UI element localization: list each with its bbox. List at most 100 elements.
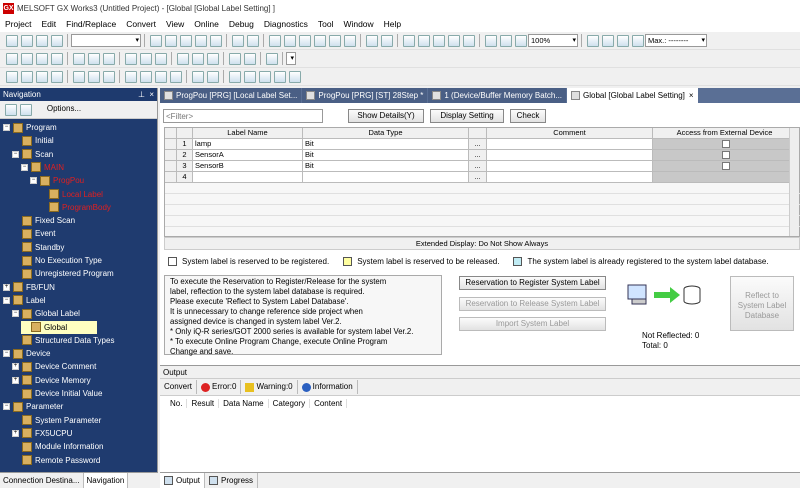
tree-item-no-execution-type[interactable]: No Execution Type bbox=[12, 254, 102, 267]
toolbar-stop-icon[interactable] bbox=[328, 34, 341, 47]
toolbar-replace-icon[interactable] bbox=[246, 34, 259, 47]
toolbar-del-icon[interactable] bbox=[206, 52, 219, 65]
col-category[interactable]: Category bbox=[269, 398, 311, 408]
expand-icon[interactable]: + bbox=[3, 283, 10, 291]
tree-item-event[interactable]: Event bbox=[12, 227, 55, 240]
menu-help[interactable]: Help bbox=[379, 19, 406, 29]
pin-icon[interactable]: ⊥ bbox=[138, 88, 145, 101]
toolbar-mon3-icon[interactable] bbox=[154, 70, 167, 83]
col-content[interactable]: Content bbox=[310, 398, 348, 408]
tree-item-module-information[interactable]: Module Information bbox=[12, 440, 103, 453]
tree-item-global-label[interactable]: − Global Label bbox=[12, 307, 80, 320]
tree-item-program[interactable]: − Program bbox=[3, 121, 57, 134]
filter-input[interactable] bbox=[163, 109, 323, 123]
menu-edit[interactable]: Edit bbox=[36, 19, 61, 29]
toolbar-convall-icon[interactable] bbox=[87, 52, 100, 65]
tree-item-parameter[interactable]: − Parameter bbox=[3, 400, 63, 413]
tree-item-system-parameter[interactable]: System Parameter bbox=[12, 414, 101, 427]
toolbar-win5-icon[interactable] bbox=[288, 70, 301, 83]
toolbar-fit-icon[interactable] bbox=[514, 34, 527, 47]
toolbar-sel-icon[interactable] bbox=[228, 52, 241, 65]
tab-warning[interactable]: Warning:0 bbox=[241, 380, 298, 394]
collapse-icon[interactable]: − bbox=[3, 124, 10, 131]
data-type-picker-button[interactable]: ... bbox=[469, 172, 487, 183]
toolbar-dev3-icon[interactable] bbox=[102, 70, 115, 83]
menu-view[interactable]: View bbox=[161, 19, 189, 29]
tree-item-main[interactable]: − MAIN bbox=[21, 161, 64, 174]
tab-information[interactable]: Information bbox=[298, 380, 358, 394]
toolbar-line4-icon[interactable] bbox=[50, 70, 63, 83]
options-button[interactable]: Options... bbox=[39, 103, 89, 117]
tree-item-local-label[interactable]: Local Label bbox=[39, 188, 103, 201]
header-comment[interactable]: Comment bbox=[487, 128, 653, 139]
toolbar-win2-icon[interactable] bbox=[243, 70, 256, 83]
toolbar-label-icon[interactable] bbox=[20, 52, 33, 65]
toolbar-write-icon[interactable] bbox=[268, 34, 281, 47]
tree-item-global[interactable]: Global bbox=[21, 320, 98, 334]
access-cell[interactable] bbox=[653, 139, 797, 150]
toolbar-mon1-icon[interactable] bbox=[124, 70, 137, 83]
menu-window[interactable]: Window bbox=[338, 19, 378, 29]
collapse-icon[interactable]: − bbox=[3, 296, 10, 304]
extended-display-bar[interactable]: Extended Display: Do Not Show Always bbox=[164, 237, 800, 250]
toolbar-stopbtn-icon[interactable] bbox=[586, 34, 599, 47]
data-type-cell[interactable]: Bit bbox=[303, 139, 469, 150]
toolbar-save-icon[interactable] bbox=[35, 34, 48, 47]
expand-icon[interactable]: + bbox=[12, 429, 19, 437]
access-cell[interactable] bbox=[653, 150, 797, 161]
toolbar-zoomout-icon[interactable] bbox=[499, 34, 512, 47]
tab-local-label-setting[interactable]: ProgPou [PRG] [Local Label Set... bbox=[160, 88, 302, 103]
tab-navigation[interactable]: Navigation bbox=[83, 473, 129, 488]
toolbar-dev2-icon[interactable] bbox=[87, 70, 100, 83]
tab-output[interactable]: Output bbox=[160, 473, 206, 488]
toolbar-combo[interactable]: Max.: -------- bbox=[645, 34, 707, 47]
toolbar-line2-icon[interactable] bbox=[20, 70, 33, 83]
tree-item-standby[interactable]: Standby bbox=[12, 241, 64, 254]
toolbar-lad1-icon[interactable] bbox=[402, 34, 415, 47]
toolbar-check1-icon[interactable] bbox=[601, 34, 614, 47]
toolbar-grid1-icon[interactable] bbox=[124, 52, 137, 65]
tab-close-icon[interactable]: × bbox=[689, 88, 694, 103]
toolbar-layout-icon[interactable] bbox=[265, 52, 278, 65]
label-name-cell[interactable]: SensorA bbox=[193, 150, 303, 161]
data-type-picker-button[interactable]: ... bbox=[469, 150, 487, 161]
data-type-cell[interactable]: Bit bbox=[303, 161, 469, 172]
reflect-database-button[interactable]: Reflect to System Label Database bbox=[730, 276, 794, 331]
toolbar-build-icon[interactable] bbox=[102, 52, 115, 65]
toolbar-conv-icon[interactable] bbox=[72, 52, 85, 65]
menu-find-replace[interactable]: Find/Replace bbox=[61, 19, 121, 29]
toolbar-mark-icon[interactable] bbox=[243, 52, 256, 65]
toolbar-read-icon[interactable] bbox=[283, 34, 296, 47]
toolbar-grid2-icon[interactable] bbox=[139, 52, 152, 65]
tree-item-fixed-scan[interactable]: Fixed Scan bbox=[12, 214, 75, 227]
toolbar-cut-icon[interactable] bbox=[149, 34, 162, 47]
close-icon[interactable]: × bbox=[149, 88, 154, 101]
toolbar-print-icon[interactable] bbox=[50, 34, 63, 47]
toolbar-win4-icon[interactable] bbox=[273, 70, 286, 83]
toolbar-combo[interactable] bbox=[71, 34, 141, 47]
tree-item-device-comment[interactable]: + Device Comment bbox=[12, 360, 96, 373]
col-no[interactable]: No. bbox=[166, 398, 188, 408]
tree-item-device-memory[interactable]: + Device Memory bbox=[12, 374, 91, 387]
toolbar-lad2-icon[interactable] bbox=[417, 34, 430, 47]
tree-item-remote-password[interactable]: Remote Password bbox=[12, 454, 100, 467]
toolbar-lad5-icon[interactable] bbox=[462, 34, 475, 47]
toolbar-lad3-icon[interactable] bbox=[432, 34, 445, 47]
toolbar-comm-icon[interactable] bbox=[206, 70, 219, 83]
toolbar-verify-icon[interactable] bbox=[298, 34, 311, 47]
toolbar-zoomin-icon[interactable] bbox=[484, 34, 497, 47]
grid-scrollbar[interactable] bbox=[789, 128, 799, 236]
collapse-icon[interactable]: − bbox=[12, 310, 19, 318]
toolbar-line3-icon[interactable] bbox=[35, 70, 48, 83]
label-name-cell[interactable]: SensorB bbox=[193, 161, 303, 172]
toolbar-stepout-icon[interactable] bbox=[380, 34, 393, 47]
tree-item-device-initial-value[interactable]: Device Initial Value bbox=[12, 387, 102, 400]
toolbar-win3-icon[interactable] bbox=[258, 70, 271, 83]
toolbar-fb-icon[interactable] bbox=[50, 52, 63, 65]
label-name-cell[interactable]: lamp bbox=[193, 139, 303, 150]
expand-icon[interactable]: + bbox=[12, 376, 19, 384]
toolbar-trace-icon[interactable] bbox=[191, 70, 204, 83]
collapse-icon[interactable]: − bbox=[30, 177, 37, 185]
header-label-name[interactable]: Label Name bbox=[193, 128, 303, 139]
toolbar-check3-icon[interactable] bbox=[631, 34, 644, 47]
